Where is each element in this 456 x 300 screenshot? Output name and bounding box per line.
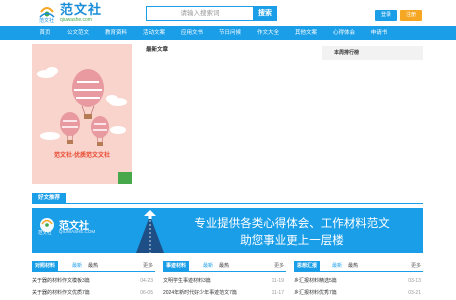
nav-item-home[interactable]: 首页 bbox=[30, 26, 60, 40]
column-comparison-materials: 对照材料 最新 最热 更多 关于器的材料作文模板3篇 04-23 关于器的材料作… bbox=[32, 261, 155, 300]
login-button[interactable]: 登录 bbox=[375, 10, 397, 21]
list-item-title[interactable]: 乡汇报材料优秀7篇 bbox=[294, 289, 337, 298]
section-divider bbox=[32, 203, 423, 204]
more-link[interactable]: 更多 bbox=[411, 261, 421, 272]
site-logo[interactable]: 范文社 qiuwashe.com 范文社 bbox=[36, 3, 104, 25]
promo-headline-1: 专业提供各类心得体会、工作材料范文 bbox=[194, 218, 390, 230]
list-item-date: 11-19 bbox=[271, 278, 284, 284]
logo-subtext: 范文社 bbox=[39, 18, 55, 24]
column-header: 对照材料 最新 最热 更多 bbox=[32, 261, 155, 272]
column-tag: 事迹材料 bbox=[163, 261, 190, 272]
list-item-date: 03-21 bbox=[408, 290, 421, 296]
tab-hottest[interactable]: 最热 bbox=[88, 261, 98, 272]
search-button[interactable]: 搜索 bbox=[253, 6, 277, 21]
column-tag: 思想汇报 bbox=[294, 261, 321, 272]
list-item-date: 11-17 bbox=[271, 290, 284, 296]
list-item[interactable]: 关于器的材料作文模板3篇 04-23 bbox=[32, 277, 155, 286]
nav-item-applications[interactable]: 申请书 bbox=[364, 26, 394, 40]
list-item-date: 03-13 bbox=[408, 278, 421, 284]
weekly-ranking-header: 本周排行榜 bbox=[322, 46, 423, 60]
promo-headline-2: 助您事业更上一层楼 bbox=[240, 235, 344, 247]
nav-item-essays[interactable]: 作文大全 bbox=[250, 26, 286, 40]
tab-hottest[interactable]: 最热 bbox=[219, 261, 229, 272]
list-item-date: 06-05 bbox=[140, 290, 153, 296]
list-item-title[interactable]: 2024年新时代好少年事迹范文7篇 bbox=[163, 289, 237, 298]
list-item-date: 04-23 bbox=[140, 278, 153, 284]
banner-image[interactable]: 范文社-优质范文文社 bbox=[32, 44, 132, 184]
promo-logo-domain: QIUWASHE.COM bbox=[59, 229, 96, 234]
nav-item-holiday-greetings[interactable]: 节日问候 bbox=[212, 26, 248, 40]
nav-item-other[interactable]: 其他文案 bbox=[288, 26, 324, 40]
register-button[interactable]: 注册 bbox=[400, 10, 422, 21]
tab-latest[interactable]: 最新 bbox=[332, 261, 342, 272]
main-nav: 首页 公文范文 教育资料 活动文案 应用文书 节日问候 作文大全 其他文案 心得… bbox=[0, 26, 456, 40]
nav-item-reflections[interactable]: 心得体会 bbox=[326, 26, 362, 40]
list-item-title[interactable]: 文明学生事迹材料3篇 bbox=[163, 277, 211, 286]
recommended-section-title: 好文推荐 bbox=[32, 193, 66, 203]
list-item-title[interactable]: 关于器的材料作文模板3篇 bbox=[32, 277, 90, 286]
nav-item-applied-writing[interactable]: 应用文书 bbox=[174, 26, 210, 40]
page: 范文社 qiuwashe.com 范文社 请输入搜索词 搜索 登录 注册 首页 … bbox=[0, 0, 456, 300]
logo-domain: qiuwashe.com bbox=[60, 17, 92, 23]
list-item[interactable]: 文明学生事迹材料3篇 11-19 bbox=[163, 277, 286, 286]
list-item-title[interactable]: 关于器的材料作文优质7篇 bbox=[32, 289, 90, 298]
latest-articles-title: 最新文章 bbox=[146, 47, 169, 53]
search-input[interactable]: 请输入搜索词 bbox=[146, 6, 254, 21]
column-thought-reports: 思想汇报 最新 最热 更多 乡汇报材料精选5篇 03-13 乡汇报材料优秀7篇 … bbox=[294, 261, 423, 300]
promo-logo-subtext: 范文社 bbox=[38, 230, 52, 235]
more-link[interactable]: 更多 bbox=[274, 261, 284, 272]
nav-item-activity[interactable]: 活动文案 bbox=[136, 26, 172, 40]
column-deeds-materials: 事迹材料 最新 最热 更多 文明学生事迹材料3篇 11-19 2024年新时代好… bbox=[163, 261, 286, 300]
column-header: 思想汇报 最新 最热 更多 bbox=[294, 261, 423, 272]
list-item[interactable]: 乡汇报材料精选5篇 03-13 bbox=[294, 277, 423, 286]
list-item[interactable]: 关于器的材料作文优质7篇 06-05 bbox=[32, 289, 155, 298]
column-tag: 对照材料 bbox=[32, 261, 59, 272]
nav-item-official-docs[interactable]: 公文范文 bbox=[60, 26, 96, 40]
promo-banner[interactable]: 范文社 QIUWASHE.COM 范文社 专业提供各类心得体会、工作材料范文 助… bbox=[32, 208, 423, 253]
banner-caption: 范文社-优质范文文社 bbox=[54, 153, 110, 159]
weekly-ranking-title: 本周排行榜 bbox=[334, 50, 360, 56]
balloon-illustration bbox=[37, 67, 132, 184]
list-item[interactable]: 2024年新时代好少年事迹范文7篇 11-17 bbox=[163, 289, 286, 298]
search-bar: 请输入搜索词 搜索 bbox=[146, 6, 277, 21]
list-item[interactable]: 乡汇报材料优秀7篇 03-21 bbox=[294, 289, 423, 298]
more-link[interactable]: 更多 bbox=[143, 261, 153, 272]
column-header: 事迹材料 最新 最热 更多 bbox=[163, 261, 286, 272]
logo-text: 范文社 bbox=[60, 2, 103, 17]
tab-latest[interactable]: 最新 bbox=[72, 261, 82, 272]
nav-item-education[interactable]: 教育资料 bbox=[98, 26, 134, 40]
list-item-title[interactable]: 乡汇报材料精选5篇 bbox=[294, 277, 337, 286]
tab-hottest[interactable]: 最热 bbox=[348, 261, 358, 272]
tab-latest[interactable]: 最新 bbox=[203, 261, 213, 272]
